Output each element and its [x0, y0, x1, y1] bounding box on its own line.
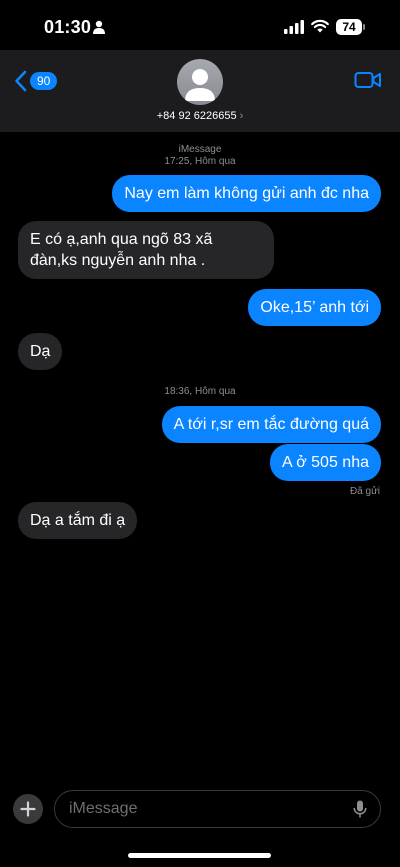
- back-button[interactable]: 90: [14, 68, 58, 94]
- message-incoming[interactable]: Dạ a tắm đi ạ: [18, 502, 138, 539]
- back-chevron-icon: [15, 70, 27, 92]
- message-input[interactable]: [54, 790, 381, 828]
- delivered-status: Đã gửi: [349, 486, 380, 497]
- message-outgoing[interactable]: Nay em làm không gửi anh đc nha: [112, 175, 381, 212]
- conversation-header: 90 +84 92 6226655 ›: [0, 50, 400, 132]
- message-incoming[interactable]: Dạ: [18, 333, 63, 370]
- status-bar: 01:30 74: [0, 0, 400, 50]
- plus-icon: [20, 801, 36, 817]
- contact-chevron: ›: [239, 110, 244, 122]
- unread-badge: 90: [30, 72, 58, 90]
- message-outgoing[interactable]: Oke,15’ anh tới: [248, 289, 381, 326]
- wifi-icon: [311, 19, 329, 33]
- microphone-icon[interactable]: [353, 800, 367, 818]
- message-outgoing[interactable]: A ở 505 nha: [269, 444, 381, 481]
- message-incoming[interactable]: E có ạ,anh qua ngõ 83 xã đàn,ks nguyễn a…: [18, 221, 274, 279]
- person-icon: [93, 20, 105, 34]
- home-indicator: [128, 853, 271, 858]
- contact-name-row[interactable]: +84 92 6226655 ›: [0, 110, 400, 122]
- message-outgoing[interactable]: A tới r,sr em tắc đường quá: [161, 406, 381, 443]
- battery-level: 74: [336, 19, 362, 35]
- battery-icon: 74: [336, 19, 366, 35]
- service-label: iMessage: [178, 144, 222, 155]
- timestamp: 18:36, Hôm qua: [164, 386, 236, 397]
- status-time: 01:30: [44, 17, 92, 37]
- video-camera-icon[interactable]: [354, 70, 382, 90]
- apps-button[interactable]: [13, 794, 43, 824]
- contact-avatar[interactable]: [177, 59, 223, 105]
- avatar-icon: [185, 69, 215, 101]
- contact-number: +84 92 6226655: [156, 110, 237, 122]
- timestamp: 17:25, Hôm qua: [164, 156, 236, 167]
- signal-icon: [284, 20, 304, 34]
